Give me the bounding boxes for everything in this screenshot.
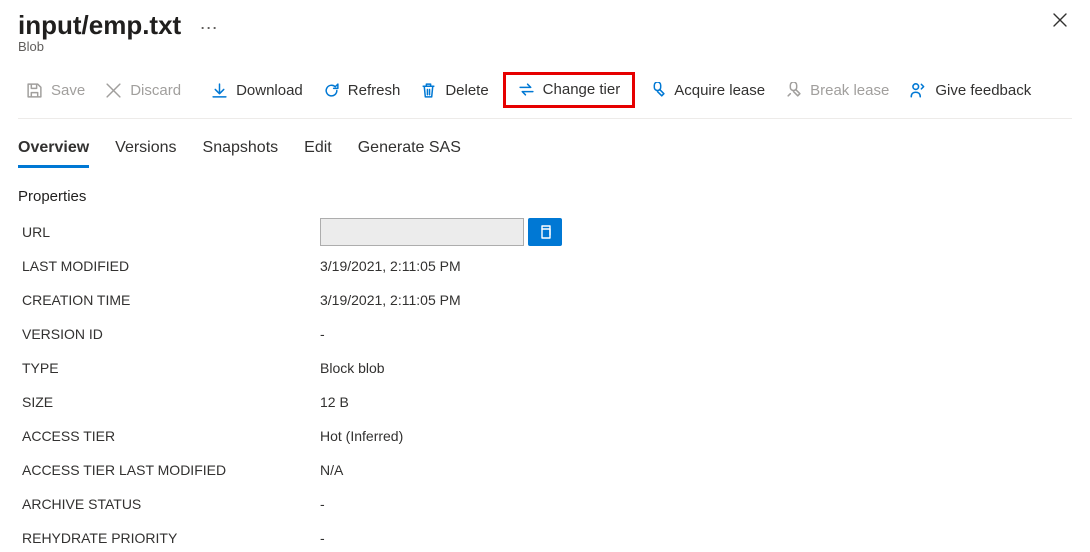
acquire-lease-icon bbox=[649, 82, 666, 99]
delete-button[interactable]: Delete bbox=[412, 78, 496, 103]
refresh-icon bbox=[323, 82, 340, 99]
more-actions-icon[interactable]: ⋯ bbox=[200, 18, 218, 38]
prop-label: ACCESS TIER bbox=[22, 428, 320, 444]
copy-url-button[interactable] bbox=[528, 218, 562, 246]
save-label: Save bbox=[51, 82, 85, 99]
discard-label: Discard bbox=[130, 82, 181, 99]
break-lease-label: Break lease bbox=[810, 82, 889, 99]
prop-label: VERSION ID bbox=[22, 326, 320, 342]
prop-label: SIZE bbox=[22, 394, 320, 410]
break-lease-icon bbox=[785, 82, 802, 99]
tab-overview[interactable]: Overview bbox=[18, 137, 89, 168]
give-feedback-button[interactable]: Give feedback bbox=[901, 77, 1039, 103]
close-icon[interactable] bbox=[1048, 10, 1072, 34]
download-icon bbox=[211, 82, 228, 99]
acquire-lease-label: Acquire lease bbox=[674, 82, 765, 99]
prop-value: 3/19/2021, 2:11:05 PM bbox=[320, 258, 461, 274]
delete-icon bbox=[420, 82, 437, 99]
tab-edit[interactable]: Edit bbox=[304, 137, 332, 168]
prop-label-url: URL bbox=[22, 224, 320, 240]
prop-label: ARCHIVE STATUS bbox=[22, 496, 320, 512]
prop-label: LAST MODIFIED bbox=[22, 258, 320, 274]
download-button[interactable]: Download bbox=[203, 78, 311, 103]
tab-bar: Overview Versions Snapshots Edit Generat… bbox=[18, 137, 1072, 168]
properties-grid: URL LAST MODIFIED3/19/2021, 2:11:05 PM C… bbox=[22, 215, 1072, 552]
url-input[interactable] bbox=[320, 218, 524, 246]
tab-versions[interactable]: Versions bbox=[115, 137, 176, 168]
prop-value: 3/19/2021, 2:11:05 PM bbox=[320, 292, 461, 308]
page-subtitle: Blob bbox=[18, 39, 1072, 54]
section-properties-title: Properties bbox=[18, 188, 1072, 205]
acquire-lease-button[interactable]: Acquire lease bbox=[641, 78, 773, 103]
tab-snapshots[interactable]: Snapshots bbox=[203, 137, 279, 168]
delete-label: Delete bbox=[445, 82, 488, 99]
change-tier-button[interactable]: Change tier bbox=[510, 77, 629, 102]
prop-label: ACCESS TIER LAST MODIFIED bbox=[22, 462, 320, 478]
tab-generate-sas[interactable]: Generate SAS bbox=[358, 137, 461, 168]
refresh-label: Refresh bbox=[348, 82, 401, 99]
copy-icon bbox=[537, 224, 553, 240]
highlight-change-tier: Change tier bbox=[503, 72, 636, 108]
change-tier-icon bbox=[518, 81, 535, 98]
download-label: Download bbox=[236, 82, 303, 99]
break-lease-button: Break lease bbox=[777, 78, 897, 103]
prop-value: 12 B bbox=[320, 394, 349, 410]
change-tier-label: Change tier bbox=[543, 81, 621, 98]
refresh-button[interactable]: Refresh bbox=[315, 78, 409, 103]
prop-value: - bbox=[320, 326, 325, 342]
prop-value: - bbox=[320, 530, 325, 546]
give-feedback-label: Give feedback bbox=[935, 82, 1031, 99]
prop-label: TYPE bbox=[22, 360, 320, 376]
discard-icon bbox=[105, 82, 122, 99]
toolbar: Save Discard Download Refresh Delete Cha… bbox=[18, 72, 1072, 119]
prop-label: CREATION TIME bbox=[22, 292, 320, 308]
prop-label: REHYDRATE PRIORITY bbox=[22, 530, 320, 546]
prop-value: Hot (Inferred) bbox=[320, 428, 403, 444]
prop-value: N/A bbox=[320, 462, 343, 478]
discard-button: Discard bbox=[97, 78, 189, 103]
save-icon bbox=[26, 82, 43, 99]
prop-value: - bbox=[320, 496, 325, 512]
prop-value: Block blob bbox=[320, 360, 385, 376]
page-title: input/emp.txt bbox=[18, 10, 181, 40]
feedback-icon bbox=[909, 81, 927, 99]
save-button: Save bbox=[18, 78, 93, 103]
